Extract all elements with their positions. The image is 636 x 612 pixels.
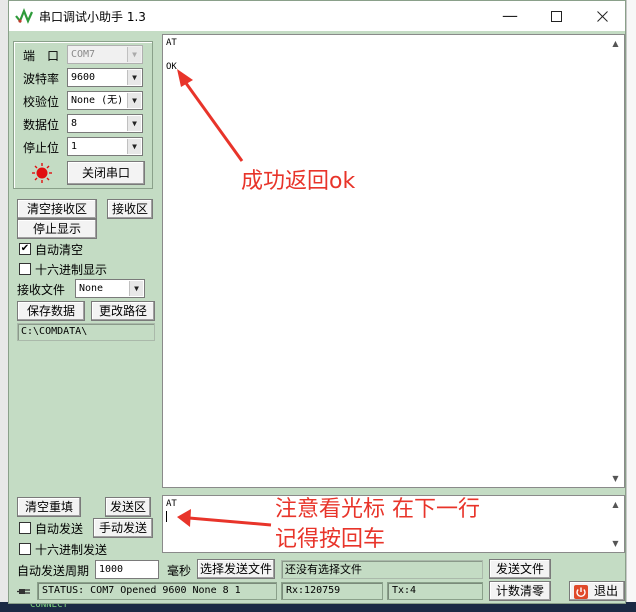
background-window-edge [626, 0, 636, 612]
stopbits-label: 停止位 [23, 141, 60, 155]
clear-resend-button[interactable]: 清空重填 [17, 497, 81, 517]
port-label: 端 口 [23, 49, 60, 63]
background-window-edge [0, 0, 8, 612]
receive-text-area[interactable]: AT OK ▲ ▼ [162, 34, 625, 488]
hex-send-label: 十六进制发送 [35, 543, 108, 557]
text-cursor [166, 511, 167, 522]
count-clear-button[interactable]: 计数清零 [489, 581, 551, 601]
parity-label: 校验位 [23, 95, 60, 109]
auto-send-checkbox[interactable] [19, 522, 31, 534]
save-path-field: C:\COMDATA\ [17, 323, 155, 341]
stopbits-value: 1 [71, 141, 78, 152]
auto-clear-checkbox[interactable]: ✔ [19, 243, 31, 255]
send-line: AT [166, 499, 177, 509]
maximize-button[interactable] [533, 1, 579, 31]
minimize-button[interactable]: — [487, 1, 533, 31]
baud-label: 波特率 [23, 72, 60, 86]
close-button[interactable] [579, 1, 625, 31]
close-port-button[interactable]: 关闭串口 [67, 161, 145, 185]
receive-file-select[interactable]: None ▼ [75, 279, 145, 298]
clear-receive-button[interactable]: 清空接收区 [17, 199, 97, 219]
receive-file-label: 接收文件 [17, 283, 66, 297]
databits-select[interactable]: 8 ▼ [67, 114, 143, 133]
send-period-label: 自动发送周期 [17, 564, 90, 578]
stop-display-button[interactable]: 停止显示 [17, 219, 97, 239]
plug-icon [17, 589, 30, 594]
power-icon [574, 585, 588, 599]
tx-counter: Tx:4 [387, 582, 483, 600]
port-select[interactable]: COM7 ▼ [67, 45, 143, 64]
scroll-up-arrow[interactable]: ▲ [608, 36, 623, 51]
manual-send-button[interactable]: 手动发送 [93, 518, 153, 538]
auto-clear-label: 自动清空 [35, 243, 84, 257]
stopbits-select[interactable]: 1 ▼ [67, 137, 143, 156]
auto-send-label: 自动发送 [35, 522, 84, 536]
window-title: 串口调试小助手 1.3 [39, 10, 146, 24]
exit-label: 退出 [593, 584, 618, 598]
hex-send-checkbox[interactable] [19, 543, 31, 555]
annotation-cursor-note-1: 注意看光标 在下一行 [275, 497, 480, 522]
send-file-button[interactable]: 发送文件 [489, 559, 551, 579]
parity-value: None (无) [71, 95, 124, 106]
scroll-up-arrow[interactable]: ▲ [608, 497, 623, 512]
databits-value: 8 [71, 118, 78, 129]
chevron-down-icon: ▼ [127, 116, 141, 131]
serial-assistant-window: 串口调试小助手 1.3 — 端 口 COM7 ▼ 波特率 9600 ▼ 校验位 No… [8, 0, 626, 604]
receive-area-button[interactable]: 接收区 [107, 199, 153, 219]
chevron-down-icon: ▼ [127, 47, 141, 62]
scroll-down-arrow[interactable]: ▼ [608, 536, 623, 551]
hex-display-label: 十六进制显示 [35, 263, 108, 277]
port-status-indicator-icon [32, 163, 52, 183]
receive-line: OK [166, 62, 177, 72]
scroll-down-arrow[interactable]: ▼ [608, 471, 623, 486]
milliseconds-label: 毫秒 [167, 564, 192, 578]
chevron-down-icon: ▼ [127, 139, 141, 154]
save-data-button[interactable]: 保存数据 [17, 301, 85, 321]
close-icon [596, 11, 608, 22]
chevron-down-icon: ▼ [127, 93, 141, 108]
baud-value: 9600 [71, 72, 96, 83]
selected-file-field: 还没有选择文件 [281, 560, 483, 579]
databits-label: 数据位 [23, 118, 60, 132]
send-area-button[interactable]: 发送区 [105, 497, 151, 517]
port-value: COM7 [71, 49, 96, 60]
receive-file-value: None [79, 283, 104, 294]
status-text: STATUS: COM7 Opened 9600 None 8 1 [37, 582, 277, 600]
chevron-down-icon: ▼ [127, 70, 141, 85]
change-path-button[interactable]: 更改路径 [91, 301, 155, 321]
maximize-icon [550, 11, 562, 22]
select-send-file-button[interactable]: 选择发送文件 [197, 559, 275, 579]
send-period-input[interactable]: 1000 [95, 560, 159, 579]
receive-line: AT [166, 38, 177, 48]
baud-select[interactable]: 9600 ▼ [67, 68, 143, 87]
hex-display-checkbox[interactable] [19, 263, 31, 275]
annotation-success: 成功返回ok [241, 169, 356, 194]
app-icon [15, 8, 33, 24]
parity-select[interactable]: None (无) ▼ [67, 91, 143, 110]
rx-counter: Rx:120759 [281, 582, 383, 600]
annotation-cursor-note-2: 记得按回车 [275, 527, 386, 552]
chevron-down-icon: ▼ [129, 281, 143, 296]
exit-button[interactable]: 退出 [569, 581, 625, 601]
title-bar[interactable]: 串口调试小助手 1.3 — [9, 1, 625, 31]
